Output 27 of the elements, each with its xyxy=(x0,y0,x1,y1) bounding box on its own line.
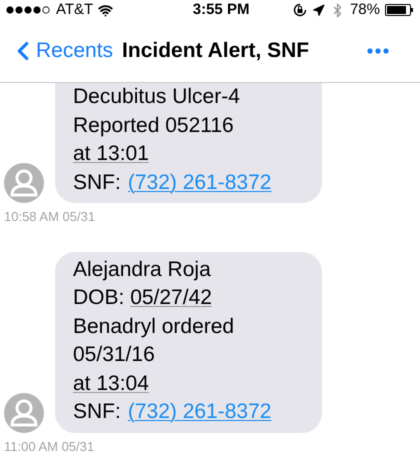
signal-icon xyxy=(6,6,51,14)
phone-link[interactable]: (732) 261-8372 xyxy=(128,398,272,426)
back-button[interactable]: Recents xyxy=(8,35,114,67)
carrier-label: AT&T xyxy=(56,0,94,20)
message-line: Reported 052116 xyxy=(73,112,234,138)
message-label: SNF: xyxy=(73,399,121,425)
message-line: DOB: 05/27/42 xyxy=(73,285,212,311)
status-time: 3:55 PM xyxy=(192,0,250,20)
avatar-icon xyxy=(4,163,44,203)
wifi-icon xyxy=(98,2,114,18)
phone-link[interactable]: (732) 261-8372 xyxy=(128,168,272,197)
location-icon xyxy=(312,4,325,16)
message-line: Alejandra Roja xyxy=(73,256,211,282)
message-timestamp: 10:58 AM 05/31 xyxy=(4,208,96,226)
more-icon[interactable] xyxy=(367,48,389,54)
avatar-icon xyxy=(4,392,44,432)
message-line: at 13:04 xyxy=(73,370,149,396)
message-line: at 13:01 xyxy=(73,141,149,167)
message-line: Benadryl ordered xyxy=(73,314,234,340)
battery-percent: 78% xyxy=(350,0,380,20)
message-timestamp: 11:00 AM 05/31 xyxy=(4,438,94,456)
message-line: 05/31/16 xyxy=(73,342,155,368)
conversation-title: Incident Alert, SNF xyxy=(122,38,310,64)
message-label: SNF: xyxy=(73,170,121,196)
rotation-lock-icon xyxy=(292,3,307,17)
message-line: Decubitus Ulcer-4 xyxy=(73,84,240,110)
battery-icon xyxy=(385,4,414,16)
